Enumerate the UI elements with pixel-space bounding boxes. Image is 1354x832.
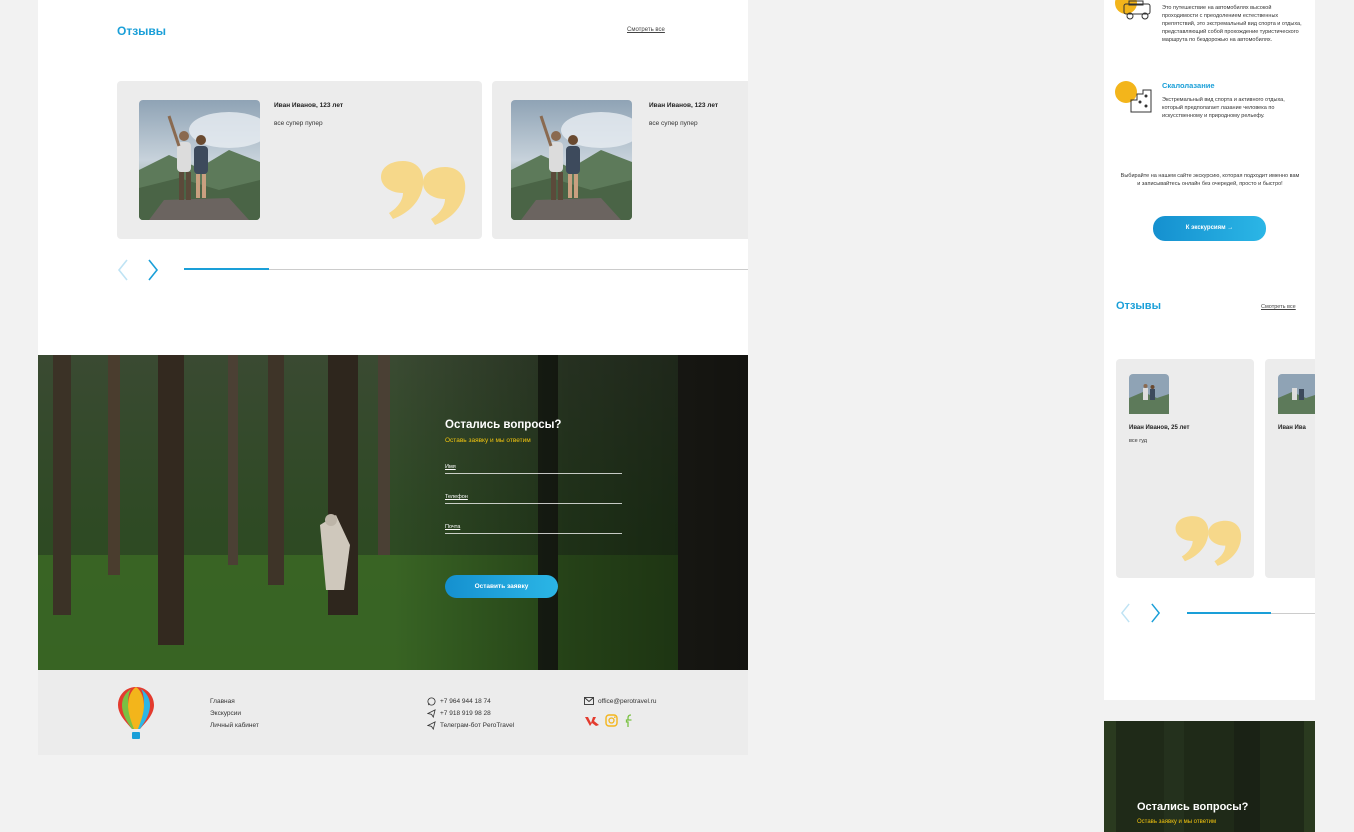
name-field-label: Имя — [445, 464, 456, 470]
mobile-review-photo — [1278, 374, 1315, 414]
footer-link-tours[interactable]: Экскурсии — [210, 710, 241, 717]
footer: Главная Экскурсии Личный кабинет +7 964 … — [38, 670, 748, 755]
review-text: все супер пупер — [649, 120, 698, 127]
review-photo — [139, 100, 260, 220]
instagram-icon[interactable] — [605, 714, 618, 727]
email-address: office@perotravel.ru — [598, 697, 657, 705]
form-title: Остались вопросы? — [445, 419, 562, 431]
vk-icon[interactable] — [584, 715, 600, 727]
mobile-form-subtitle: Оставь заявку и мы ответим — [1137, 819, 1217, 825]
offroad-description: Это путешествие на автомобилях высокой п… — [1162, 5, 1302, 43]
balloon-logo-icon[interactable] — [117, 685, 155, 741]
contact-form-section: Остались вопросы? Оставь заявку и мы отв… — [38, 355, 748, 670]
slider-next-arrow-icon[interactable] — [147, 259, 159, 281]
footer-link-account[interactable]: Личный кабинет — [210, 722, 259, 729]
telegram-icon — [427, 721, 436, 730]
review-card: Иван Иванов, 123 лет все супер пупер — [117, 81, 482, 239]
review-text: все супер пупер — [274, 120, 323, 127]
phone-telegram[interactable]: +7 918 919 98 28 — [427, 709, 491, 718]
mobile-form-section: Остались вопросы? Оставь заявку и мы отв… — [1104, 721, 1315, 832]
mobile-review-author: Иван Ива — [1278, 425, 1306, 431]
climbing-wall-icon — [1130, 89, 1152, 113]
offroad-car-icon — [1123, 0, 1151, 20]
slider-progress — [184, 268, 269, 270]
mobile-review-card: Иван Ива — [1265, 359, 1315, 578]
phone-whatsapp[interactable]: +7 964 944 18 74 — [427, 697, 491, 706]
tours-button[interactable]: К экскурсиям → — [1153, 216, 1266, 241]
email-field[interactable]: Почта — [445, 522, 622, 534]
design-canvas: Отзывы Смотреть все Иван Иванов, 123 лет… — [0, 0, 1354, 832]
mail-icon — [584, 697, 594, 705]
telegram-bot-link[interactable]: Телеграм-бот PeroTravel — [427, 721, 514, 730]
review-card: Иван Иванов, 123 лет все супер пупер — [492, 81, 748, 239]
whatsapp-icon — [427, 697, 436, 706]
quote-icon — [381, 161, 466, 225]
review-author: Иван Иванов, 123 лет — [274, 102, 344, 109]
phone-field[interactable]: Телефон — [445, 492, 622, 504]
review-photo — [511, 100, 632, 220]
mobile-see-all-link[interactable]: Смотреть все — [1261, 304, 1296, 310]
mobile-slider-progress — [1187, 612, 1271, 614]
promo-text: Выбирайте на нашем сайте экскурсию, кото… — [1120, 173, 1300, 187]
mobile-form-title: Остались вопросы? — [1137, 801, 1249, 813]
mobile-next-arrow-icon[interactable] — [1150, 603, 1161, 623]
footer-link-home[interactable]: Главная — [210, 698, 235, 705]
climbing-description: Экстремальный вид спорта и активного отд… — [1162, 97, 1285, 119]
mobile-review-card: Иван Иванов, 25 лет все гуд — [1116, 359, 1254, 578]
climbing-title: Скалолазание — [1162, 81, 1215, 90]
mobile-reviews-title: Отзывы — [1116, 300, 1161, 312]
email-field-label: Почта — [445, 524, 461, 530]
name-field[interactable]: Имя — [445, 462, 622, 474]
mobile-review-photo — [1129, 374, 1169, 414]
mobile-prev-arrow-icon[interactable] — [1120, 603, 1131, 623]
telegram-icon — [427, 709, 436, 718]
desktop-board: Отзывы Смотреть все Иван Иванов, 123 лет… — [38, 0, 748, 755]
mobile-board: Это путешествие на автомобилях высокой п… — [1104, 0, 1315, 700]
phone-field-label: Телефон — [445, 494, 468, 500]
see-all-link[interactable]: Смотреть все — [627, 27, 665, 33]
facebook-icon[interactable] — [625, 714, 634, 728]
reviews-title: Отзывы — [117, 24, 167, 38]
mobile-review-author: Иван Иванов, 25 лет — [1129, 425, 1190, 431]
phone-1: +7 964 944 18 74 — [440, 698, 491, 705]
mobile-review-text: все гуд — [1129, 438, 1147, 444]
form-subtitle: Оставь заявку и мы ответим — [445, 437, 531, 444]
forest-background — [38, 355, 748, 670]
mobile-quote-icon — [1175, 516, 1242, 566]
email-link[interactable]: office@perotravel.ru — [584, 697, 657, 705]
review-author: Иван Иванов, 123 лет — [649, 102, 719, 109]
mobile-forest-background — [1104, 721, 1315, 832]
submit-request-button[interactable]: Оставить заявку — [445, 575, 558, 598]
telegram-bot-label: Телеграм-бот PeroTravel — [440, 722, 515, 729]
slider-prev-arrow-icon[interactable] — [117, 259, 129, 281]
phone-2: +7 918 919 98 28 — [440, 710, 491, 717]
